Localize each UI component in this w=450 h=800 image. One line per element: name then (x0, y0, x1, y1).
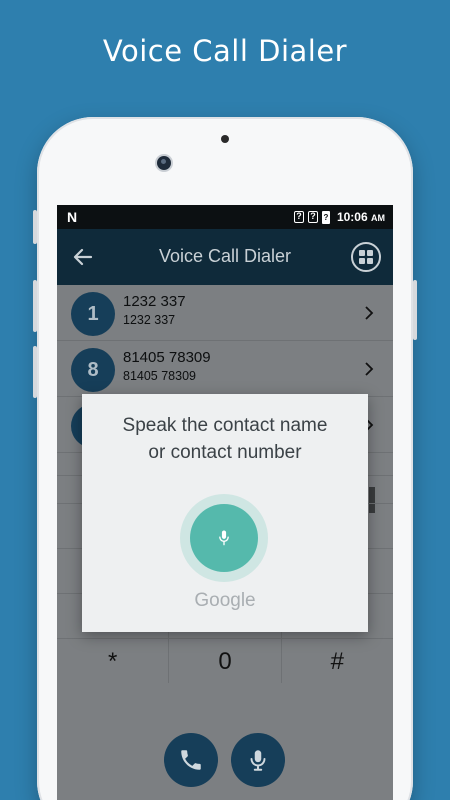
dialog-prompt: Speak the contact name or contact number (82, 412, 368, 466)
battery-icon: ? (321, 210, 330, 224)
phone-icon (181, 750, 201, 770)
contact-number: 1232 337 (123, 293, 186, 310)
avatar: 8 (71, 348, 115, 392)
contact-text: 81405 78309 81405 78309 (123, 349, 211, 383)
status-time: 10:06 AM (336, 210, 385, 224)
microphone-icon (219, 530, 229, 546)
phone-side-button (33, 346, 37, 398)
voice-search-button[interactable] (231, 733, 285, 787)
sim-signal-icon: ? (307, 211, 318, 223)
front-camera (157, 156, 171, 170)
contact-number: 81405 78309 (123, 349, 211, 366)
google-wordmark: Google (194, 590, 256, 611)
contact-subtext: 81405 78309 (123, 369, 196, 383)
status-indicators: ? ? ? 10:06 AM (293, 210, 385, 224)
app-bar: Voice Call Dialer (57, 229, 393, 285)
avatar: 1 (71, 292, 115, 336)
dialog-prompt-line: Speak the contact name (122, 415, 328, 436)
phone-side-button (33, 280, 37, 332)
chevron-right-icon (365, 306, 374, 320)
dialog-prompt-line: or contact number (148, 442, 302, 463)
status-bar: N ? ? ? 10:06 AM (57, 205, 393, 229)
phone-side-button (413, 280, 417, 340)
list-item[interactable]: 8 81405 78309 81405 78309 (57, 341, 393, 397)
app-title: Voice Call Dialer (158, 246, 292, 266)
notification-icon: N (67, 209, 78, 225)
contact-subtext: 1232 337 (123, 313, 176, 327)
bottom-actions (57, 715, 393, 800)
chevron-right-icon (365, 362, 374, 376)
contact-text: 1232 337 1232 337 (123, 293, 186, 327)
dial-key-hash[interactable]: # (282, 639, 393, 683)
dial-key-0[interactable]: 0 (169, 639, 282, 683)
phone-side-button (33, 210, 37, 244)
list-item[interactable]: 1 1232 337 1232 337 (57, 285, 393, 341)
mic-pulse-ring[interactable] (180, 494, 268, 582)
keypad-row: * 0 # (57, 638, 393, 683)
grid-icon[interactable] (351, 242, 381, 272)
promo-title: Voice Call Dialer (102, 34, 348, 68)
phone-speaker (221, 135, 229, 143)
voice-input-dialog: Speak the contact name or contact number… (82, 394, 368, 632)
sim-signal-icon: ? (293, 211, 304, 223)
mic-button[interactable] (190, 504, 258, 572)
microphone-icon (250, 750, 266, 771)
dial-key-star[interactable]: * (57, 639, 170, 683)
call-button[interactable] (164, 733, 218, 787)
